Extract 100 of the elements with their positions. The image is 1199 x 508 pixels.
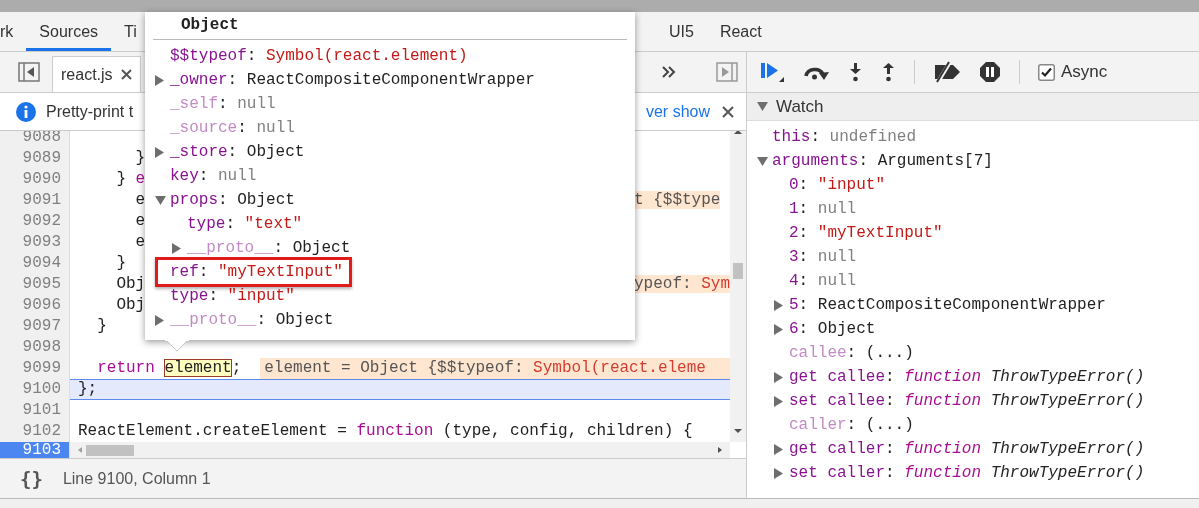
property-value: function ThrowTypeError() [904,464,1145,482]
async-label: Async [1061,62,1108,82]
collapsed-arrow-icon[interactable] [774,395,783,407]
property-name: callee: [789,344,857,362]
step-into-icon[interactable] [848,62,863,82]
scrollbar-thumb[interactable] [733,263,743,279]
deactivate-breakpoints-icon[interactable] [933,61,961,83]
expanded-arrow-icon[interactable] [155,195,166,205]
property-value: "myTextInput" [817,224,943,242]
line-number[interactable]: 9093 [0,232,70,253]
property-name: get callee: [789,368,895,386]
info-icon [16,101,36,122]
collapsed-arrow-icon[interactable] [155,146,164,158]
property-name: caller: [789,416,857,434]
file-tab[interactable]: react.js [52,56,141,92]
panel-tab[interactable]: React [706,12,775,51]
resume-icon[interactable] [760,61,784,83]
line-number[interactable]: 9091 [0,190,70,211]
line-number[interactable]: 9089 [0,148,70,169]
code-line: }; [78,379,98,400]
panel-tab[interactable]: Ti [111,12,150,51]
double-chevron-icon[interactable] [662,66,676,78]
line-number[interactable]: 9092 [0,211,70,232]
property-value: (...) [865,344,914,362]
collapsed-arrow-icon[interactable] [774,467,783,479]
close-icon[interactable] [120,69,132,80]
property-value: "myTextInput" [218,263,343,281]
async-checkbox[interactable] [1038,63,1055,81]
collapsed-arrow-icon[interactable] [774,371,783,383]
property-value: "text" [244,215,303,233]
sidebar-toggle-icon[interactable] [18,62,40,82]
property-name: key: [170,167,209,185]
code-line: return element; [96,358,242,379]
collapsed-arrow-icon[interactable] [172,242,181,254]
sidebar-toggle-icon[interactable] [716,62,738,82]
collapsed-arrow-icon[interactable] [774,299,783,311]
pause-on-exceptions-icon[interactable] [979,61,1001,83]
collapsed-arrow-icon[interactable] [774,443,783,455]
property-name: _store: [170,143,238,161]
property-name: type: [170,287,218,305]
line-number[interactable]: 9096 [0,295,70,316]
panel-tab[interactable]: UI5 [656,12,707,51]
watch-section-header[interactable]: Watch [747,93,1199,121]
inline-value: ypeof: Sym [634,275,731,293]
code-line: Obj [115,275,146,293]
property-name: props: [170,191,228,209]
code-line: e [134,191,146,209]
line-number[interactable]: 9090 [0,169,70,190]
code-line: } [115,254,126,272]
step-out-icon[interactable] [881,62,896,82]
line-number[interactable]: 9098 [0,337,70,358]
scroll-down-arrow-icon[interactable] [734,428,742,434]
property-name: _source: [170,119,247,137]
property-name: get caller: [789,440,895,458]
property-name: set callee: [789,392,895,410]
property-name: 2: [789,224,809,242]
code-line: e [134,233,146,251]
property-name: __proto__: [170,311,267,329]
property-name: _owner: [170,71,238,89]
property-name: __proto__: [187,239,284,257]
line-number[interactable]: 9103 [0,442,70,458]
scrollbar-thumb[interactable] [86,444,134,456]
inline-value: t {$$type [634,191,721,209]
collapsed-arrow-icon[interactable] [155,74,164,86]
vertical-scrollbar[interactable] [730,131,746,442]
pretty-print-button[interactable]: {} [20,467,43,490]
code-line: } [96,317,107,335]
expanded-arrow-icon[interactable] [757,102,768,111]
property-name: 5: [789,296,809,314]
property-value: "input" [817,176,886,194]
close-icon[interactable] [722,105,734,118]
line-number[interactable]: 9102 [0,421,70,442]
line-number[interactable]: 9094 [0,253,70,274]
property-value: Object [275,311,334,329]
property-value: Object [817,320,876,338]
property-value: ReactCompositeComponentWrapper [817,296,1106,314]
collapsed-arrow-icon[interactable] [155,314,164,326]
property-name: 0: [789,176,809,194]
never-show-link[interactable]: ver show [645,102,710,121]
collapsed-arrow-icon[interactable] [774,323,783,335]
property-value: (...) [865,416,914,434]
line-number[interactable]: 9095 [0,274,70,295]
property-value: Arguments[7] [877,152,993,170]
line-number[interactable]: 9101 [0,400,70,421]
property-name: 1: [789,200,809,218]
line-number[interactable]: 9097 [0,316,70,337]
line-number[interactable]: 9088 [0,131,70,148]
property-name: this: [772,128,820,146]
property-value: function ThrowTypeError() [904,440,1145,458]
property-name: 4: [789,272,809,290]
line-number[interactable]: 9099 [0,358,70,379]
expanded-arrow-icon[interactable] [757,156,768,166]
property-name: $$typeof: [170,47,257,65]
line-number[interactable]: 9100 [0,379,70,400]
section-title: Watch [776,96,824,117]
panel-tab[interactable]: rk [0,12,27,51]
horizontal-scrollbar[interactable] [70,442,730,458]
property-name: set caller: [789,464,895,482]
property-value: null [817,200,857,218]
scroll-right-arrow-icon[interactable] [716,446,724,454]
